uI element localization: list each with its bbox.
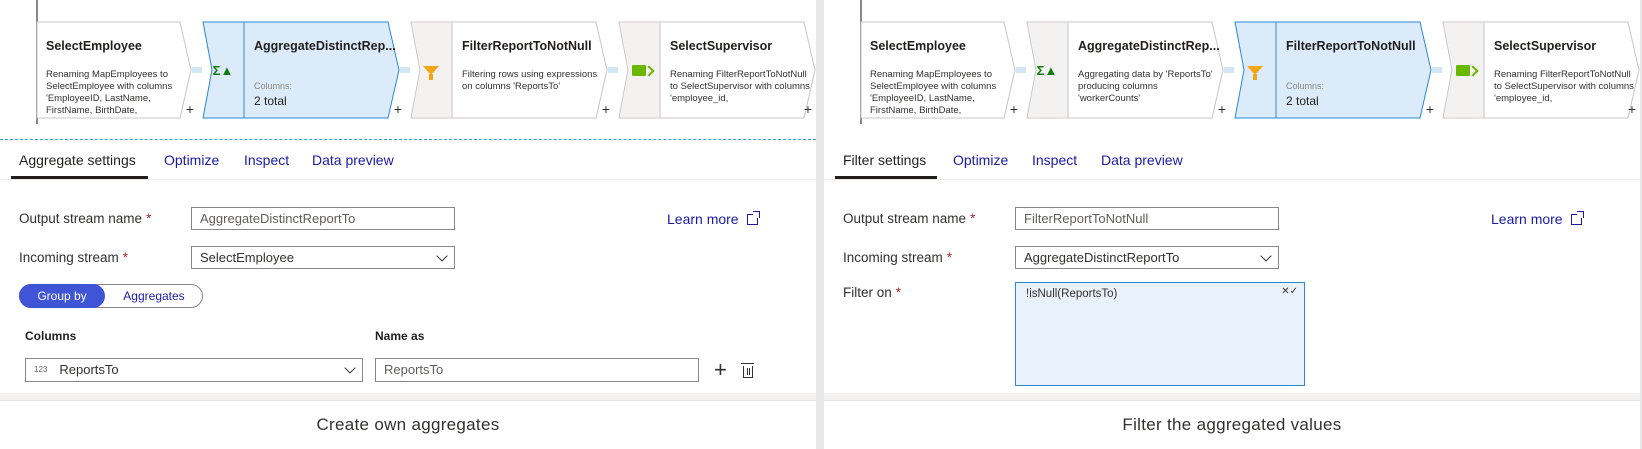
columns-count: 2 total (1286, 94, 1319, 108)
toggle-group-by[interactable]: Group by (19, 284, 105, 308)
columns-count: 2 total (254, 94, 287, 108)
chevron-down-icon (1260, 250, 1272, 262)
dataflow-canvas[interactable]: SelectEmployee Renaming MapEmployees to … (0, 0, 816, 140)
incoming-stream-label: Incoming stream * (19, 250, 129, 265)
tab-data-preview[interactable]: Data preview (312, 152, 394, 168)
filter-on-label: Filter on * (843, 285, 902, 300)
add-transform-button[interactable]: + (1218, 101, 1226, 117)
select-icon (618, 21, 660, 119)
incoming-stream-select[interactable]: AggregateDistinctReportTo (1015, 246, 1279, 269)
external-link-icon (1570, 211, 1584, 225)
node-description: Renaming MapEmployees to SelectEmployee … (870, 69, 997, 116)
settings-tabs: Aggregate settings Optimize Inspect Data… (0, 142, 816, 180)
connector (1016, 67, 1026, 73)
output-stream-input[interactable]: AggregateDistinctReportTo (191, 207, 455, 230)
tab-optimize[interactable]: Optimize (953, 152, 1008, 168)
tab-optimize[interactable]: Optimize (164, 152, 219, 168)
columns-label: Columns: (1286, 81, 1325, 91)
active-tab-underline (11, 176, 148, 179)
canvas-divider (0, 139, 816, 140)
add-transform-button[interactable]: + (1426, 101, 1434, 117)
funnel-icon (1234, 21, 1276, 119)
tab-inspect[interactable]: Inspect (1032, 152, 1077, 168)
caption: Filter the aggregated values (1122, 415, 1342, 434)
node-aggregate[interactable]: Σ▲ AggregateDistinctRep... Columns: 2 to… (202, 21, 402, 119)
filter-expression-text: !isNull(ReportsTo) (1026, 288, 1118, 300)
node-filter[interactable]: FilterReportToNotNull Filtering rows usi… (410, 21, 610, 119)
delete-icon[interactable] (741, 363, 754, 378)
sigma-icon: Σ▲ (212, 62, 234, 78)
node-title: AggregateDistinctRep... (254, 39, 396, 53)
node-title: SelectEmployee (46, 39, 142, 53)
funnel-icon (410, 21, 452, 119)
connector (1432, 67, 1442, 73)
output-stream-label: Output stream name * (843, 211, 976, 226)
numeric-type-icon: 123 (34, 365, 48, 374)
panel-separator (824, 393, 1640, 400)
node-title: AggregateDistinctRep... (1078, 39, 1220, 53)
node-select-supervisor[interactable]: SelectSupervisor Renaming FilterReportTo… (618, 21, 816, 119)
chevron-down-icon (436, 250, 448, 262)
node-description: Filtering rows using expressions on colu… (462, 69, 598, 92)
tab-data-preview[interactable]: Data preview (1101, 152, 1183, 168)
dataflow-canvas[interactable]: SelectEmployee Renaming MapEmployees to … (824, 0, 1640, 140)
caption: Create own aggregates (316, 415, 500, 434)
settings-tabs: Filter settings Optimize Inspect Data pr… (824, 142, 1640, 180)
node-title: SelectSupervisor (1494, 39, 1597, 53)
add-transform-button[interactable]: + (1628, 101, 1636, 117)
node-description: Aggregating data by 'ReportsTo' producin… (1078, 69, 1213, 104)
select-icon (1442, 21, 1484, 119)
node-title: FilterReportToNotNull (1286, 39, 1416, 53)
name-as-header: Name as (375, 329, 425, 343)
add-column-icon[interactable]: + (714, 359, 727, 381)
columns-label: Columns: (254, 81, 293, 91)
incoming-stream-select[interactable]: SelectEmployee (191, 246, 455, 269)
chevron-down-icon (344, 362, 356, 374)
add-transform-button[interactable]: + (1010, 101, 1018, 117)
panel-separator (0, 393, 816, 400)
external-link-icon (746, 211, 760, 225)
toggle-aggregates[interactable]: Aggregates (106, 284, 202, 308)
expression-builder-icon[interactable]: ✕✓ (1281, 286, 1298, 297)
node-select-supervisor[interactable]: SelectSupervisor Renaming FilterReportTo… (1442, 21, 1640, 119)
node-filter[interactable]: FilterReportToNotNull Columns: 2 total + (1234, 21, 1434, 119)
node-description: Renaming MapEmployees to SelectEmployee … (46, 69, 173, 116)
tab-aggregate-settings[interactable]: Aggregate settings (19, 152, 136, 168)
tab-filter-settings[interactable]: Filter settings (843, 152, 926, 168)
connector (192, 67, 202, 73)
column-select[interactable]: 123 ReportsTo (25, 358, 363, 382)
tab-inspect[interactable]: Inspect (244, 152, 289, 168)
sigma-icon: Σ▲ (1036, 62, 1058, 78)
add-transform-button[interactable]: + (602, 101, 610, 117)
connector (400, 67, 410, 73)
add-transform-button[interactable]: + (804, 101, 812, 117)
node-aggregate[interactable]: Σ▲ AggregateDistinctRep... Aggregating d… (1026, 21, 1226, 119)
add-transform-button[interactable]: + (186, 101, 194, 117)
node-description: Renaming FilterReportToNotNull to Select… (1494, 69, 1634, 104)
node-title: SelectSupervisor (670, 39, 773, 53)
node-description: Renaming FilterReportToNotNull to Select… (670, 69, 810, 104)
node-select-employee[interactable]: SelectEmployee Renaming MapEmployees to … (860, 21, 1018, 119)
connector (1224, 67, 1234, 73)
groupby-aggregates-toggle[interactable]: Group by Aggregates (19, 284, 203, 308)
output-stream-label: Output stream name * (19, 211, 152, 226)
right-panel: SelectEmployee Renaming MapEmployees to … (824, 0, 1640, 449)
node-title: FilterReportToNotNull (462, 39, 592, 53)
columns-header: Columns (25, 329, 77, 343)
caption-bar: Filter the aggregated values (824, 400, 1640, 449)
add-transform-button[interactable]: + (394, 101, 402, 117)
active-tab-underline (835, 176, 937, 179)
filter-expression-input[interactable]: !isNull(ReportsTo) ✕✓ (1015, 282, 1305, 386)
output-stream-input[interactable]: FilterReportToNotNull (1015, 207, 1279, 230)
node-title: SelectEmployee (870, 39, 966, 53)
learn-more-link[interactable]: Learn more (1491, 211, 1584, 227)
connector (608, 67, 618, 73)
left-panel: SelectEmployee Renaming MapEmployees to … (0, 0, 816, 449)
caption-bar: Create own aggregates (0, 400, 816, 449)
node-select-employee[interactable]: SelectEmployee Renaming MapEmployees to … (36, 21, 194, 119)
incoming-stream-label: Incoming stream * (843, 250, 953, 265)
learn-more-link[interactable]: Learn more (667, 211, 760, 227)
name-as-input[interactable]: ReportsTo (375, 358, 699, 382)
